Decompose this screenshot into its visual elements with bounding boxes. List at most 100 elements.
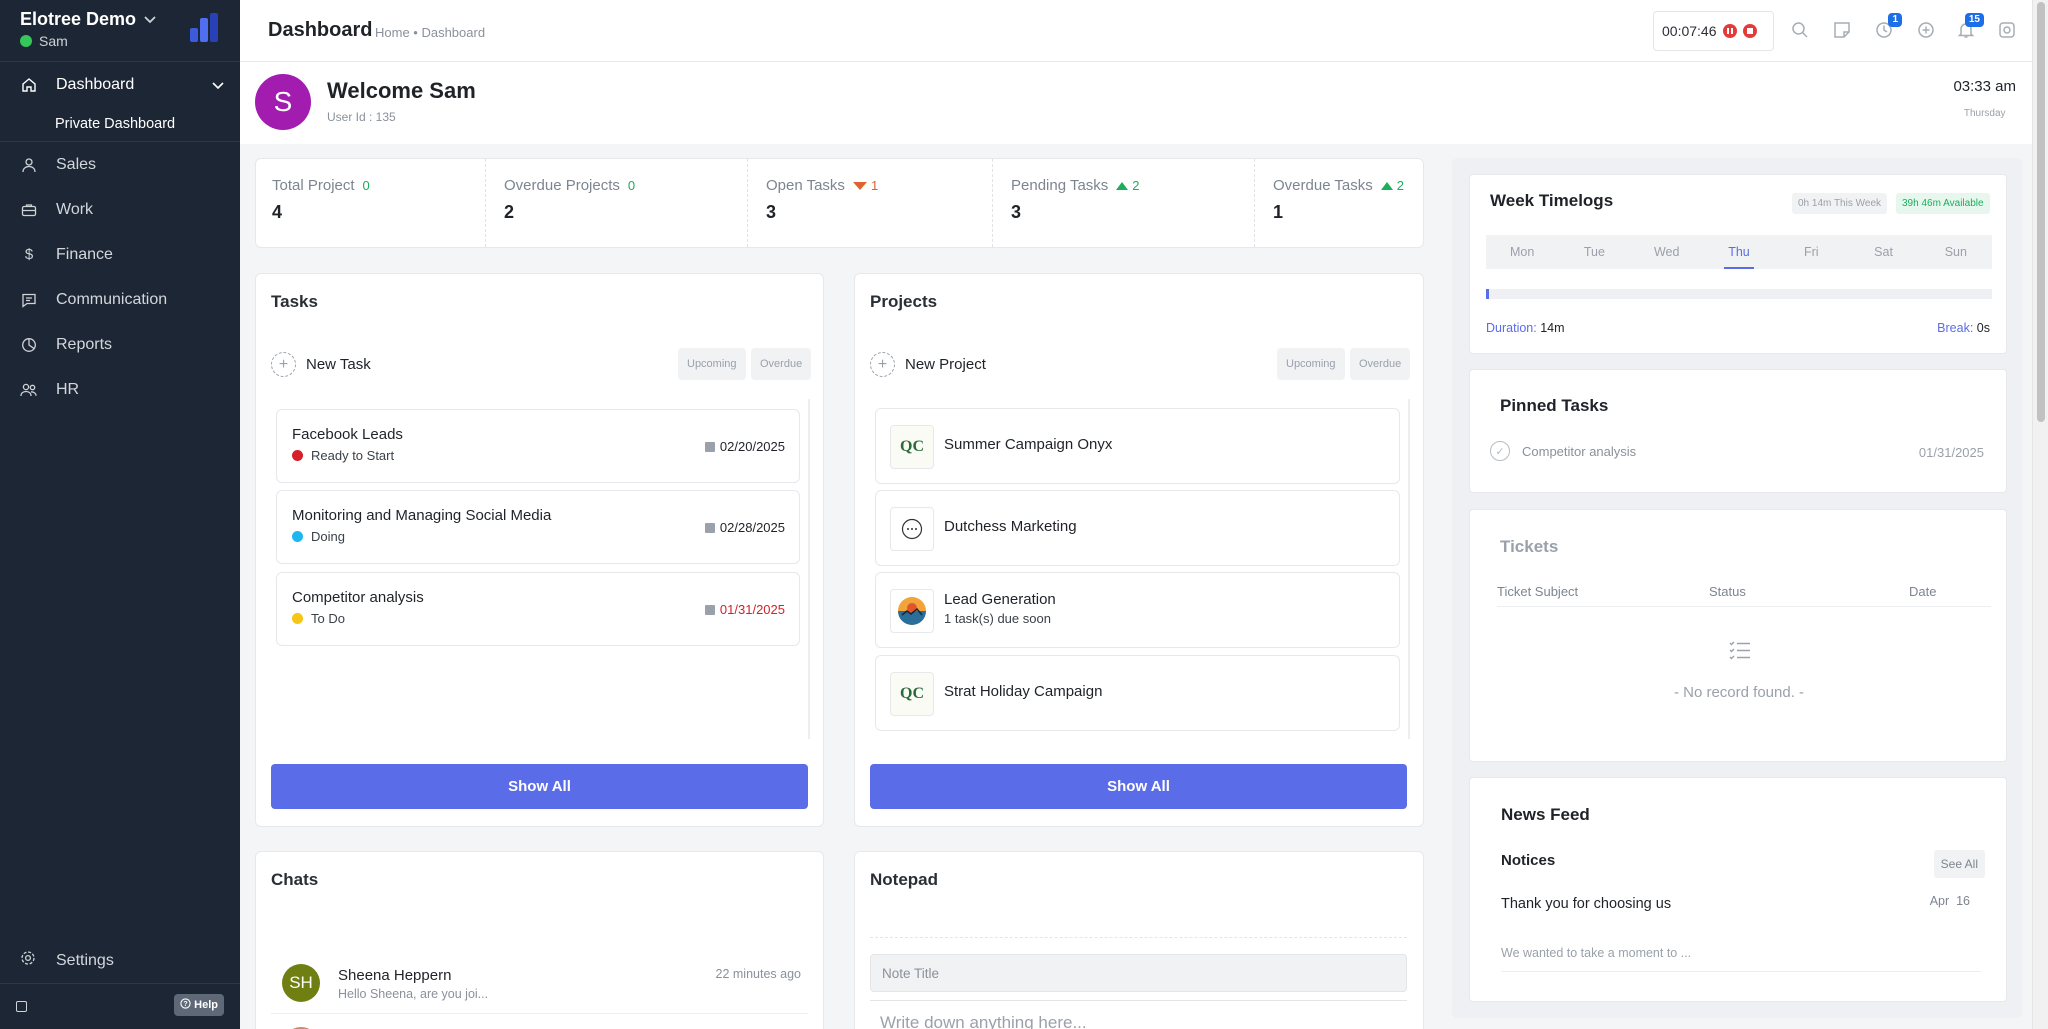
calendar-icon: [704, 604, 715, 615]
add-circle-icon[interactable]: [1916, 20, 1936, 40]
tab-thu[interactable]: Thu: [1703, 235, 1775, 269]
filter-overdue-button[interactable]: Overdue: [751, 348, 812, 380]
calendar-icon: [704, 522, 715, 533]
notepad-panel: Notepad Note Title Write down anything h…: [854, 851, 1424, 1029]
online-status-icon: [20, 35, 32, 47]
breadcrumb[interactable]: Home • Dashboard: [375, 25, 485, 40]
sidebar-item-label: Communication: [56, 290, 168, 308]
pause-timer-button[interactable]: [1722, 24, 1737, 38]
filter-upcoming-button[interactable]: Upcoming: [1277, 348, 1345, 380]
see-all-button[interactable]: See All: [1933, 850, 1985, 878]
check-circle-icon[interactable]: ✓: [1490, 441, 1510, 461]
tab-sun[interactable]: Sun: [1920, 235, 1992, 269]
right-column: Week Timelogs 0h 14m This Week 39h 46m A…: [1452, 158, 2022, 1018]
sidebar-item-sales[interactable]: Sales: [0, 142, 240, 187]
page-scrollbar[interactable]: [2032, 0, 2048, 1029]
trend-up-icon: [1380, 181, 1393, 190]
project-item[interactable]: Dutchess Marketing: [875, 490, 1400, 566]
stat-overdue-tasks[interactable]: Overdue Tasks 2 1: [1255, 159, 1423, 247]
projects-show-all-button[interactable]: Show All: [870, 764, 1407, 809]
timelogs-title: Week Timelogs: [1490, 191, 1614, 210]
brand-logo-icon[interactable]: [188, 12, 222, 49]
note-title-input[interactable]: Note Title: [870, 954, 1407, 992]
plus-icon: +: [271, 352, 296, 377]
dollar-icon: $: [24, 246, 34, 263]
filter-overdue-button[interactable]: Overdue: [1350, 348, 1411, 380]
tab-tue[interactable]: Tue: [1558, 235, 1630, 269]
task-name: Monitoring and Managing Social Media: [292, 507, 552, 524]
stat-label: Overdue Tasks: [1273, 177, 1373, 194]
trend-up-icon: [1116, 181, 1129, 190]
gear-icon: [20, 950, 38, 971]
stat-open-tasks[interactable]: Open Tasks 1 3: [748, 159, 993, 247]
welcome-greeting: Welcome Sam: [327, 78, 476, 103]
notice-title[interactable]: Thank you for choosing us: [1501, 896, 1671, 912]
task-item[interactable]: Monitoring and Managing Social Media Doi…: [276, 490, 800, 564]
help-label: Help: [194, 999, 218, 1011]
task-item[interactable]: Facebook Leads Ready to Start 02/20/2025: [276, 409, 800, 483]
sidebar-item-finance[interactable]: $ Finance: [0, 232, 240, 277]
tab-wed[interactable]: Wed: [1631, 235, 1703, 269]
pinned-task-item[interactable]: ✓ Competitor analysis 01/31/2025: [1490, 436, 1988, 466]
project-name: Dutchess Marketing: [944, 518, 1077, 535]
stat-label: Open Tasks: [766, 177, 845, 194]
sidebar-item-private-dashboard[interactable]: Private Dashboard: [0, 107, 240, 142]
available-badge: 39h 46m Available: [1896, 193, 1990, 214]
collapse-sidebar-icon[interactable]: [16, 1001, 27, 1012]
question-icon: ?: [180, 998, 191, 1012]
search-icon[interactable]: [1790, 20, 1810, 40]
tab-mon[interactable]: Mon: [1486, 235, 1558, 269]
tab-sat[interactable]: Sat: [1847, 235, 1919, 269]
company-name: Elotree Demo: [20, 9, 137, 29]
tab-fri[interactable]: Fri: [1775, 235, 1847, 269]
note-body-input[interactable]: Write down anything here...: [870, 1000, 1407, 1029]
project-logo-icon: QC: [890, 672, 934, 716]
sidebar-item-work[interactable]: Work: [0, 187, 240, 232]
new-task-button[interactable]: + New Task: [271, 352, 371, 377]
sidebar-item-communication[interactable]: Communication: [0, 277, 240, 322]
avatar[interactable]: S: [255, 74, 311, 130]
project-item[interactable]: Lead Generation 1 task(s) due soon: [875, 572, 1400, 648]
help-button[interactable]: ? Help: [174, 994, 224, 1016]
new-task-label: New Task: [306, 356, 371, 373]
chat-item[interactable]: SH Sheena Heppern Hello Sheena, are you …: [271, 956, 808, 1014]
briefcase-icon: [20, 201, 38, 219]
status-dot-icon: [292, 531, 303, 542]
sidebar-header: Elotree Demo Sam: [0, 0, 240, 62]
avatar: SH: [282, 964, 320, 1002]
timer-value: 00:07:46: [1662, 23, 1717, 39]
sidebar-item-hr[interactable]: HR: [0, 367, 240, 412]
clock-icon[interactable]: 1: [1874, 13, 1902, 40]
stop-timer-button[interactable]: [1742, 24, 1757, 38]
stat-total-project[interactable]: Total Project 0 4: [256, 159, 486, 247]
user-icon: [20, 156, 38, 174]
bell-icon[interactable]: 15: [1956, 13, 1984, 40]
stat-value: 4: [272, 202, 283, 222]
news-feed-card: News Feed Notices See All Thank you for …: [1469, 777, 2007, 1002]
sidebar-item-settings[interactable]: Settings: [20, 950, 114, 971]
chat-item[interactable]: [271, 1019, 808, 1029]
tasks-show-all-button[interactable]: Show All: [271, 764, 808, 809]
filter-upcoming-button[interactable]: Upcoming: [678, 348, 746, 380]
list-check-icon: [1729, 640, 1751, 665]
logout-icon[interactable]: [1997, 20, 2017, 40]
project-item[interactable]: QC Strat Holiday Campaign: [875, 655, 1400, 731]
project-item[interactable]: QC Summer Campaign Onyx: [875, 408, 1400, 484]
column-ticket-subject: Ticket Subject: [1497, 584, 1579, 599]
sidebar-item-label: Dashboard: [56, 75, 135, 93]
company-switcher[interactable]: Elotree Demo: [20, 9, 156, 30]
stat-pending-tasks[interactable]: Pending Tasks 2 3: [993, 159, 1255, 247]
notice-body: We wanted to take a moment to ...: [1501, 946, 1692, 960]
sidebar-item-dashboard[interactable]: Dashboard: [0, 62, 240, 107]
sticky-note-icon[interactable]: [1832, 20, 1852, 40]
chevron-down-icon: [212, 77, 224, 95]
sidebar-item-reports[interactable]: Reports: [0, 322, 240, 367]
column-status: Status: [1709, 584, 1746, 599]
svg-text:?: ?: [184, 1001, 188, 1008]
stat-overdue-projects[interactable]: Overdue Projects 0 2: [486, 159, 748, 247]
user-name: Sam: [39, 33, 68, 49]
pinned-task-name: Competitor analysis: [1522, 443, 1637, 459]
new-project-button[interactable]: + New Project: [870, 352, 986, 377]
task-item[interactable]: Competitor analysis To Do 01/31/2025: [276, 572, 800, 646]
sidebar-item-label: HR: [56, 380, 80, 398]
